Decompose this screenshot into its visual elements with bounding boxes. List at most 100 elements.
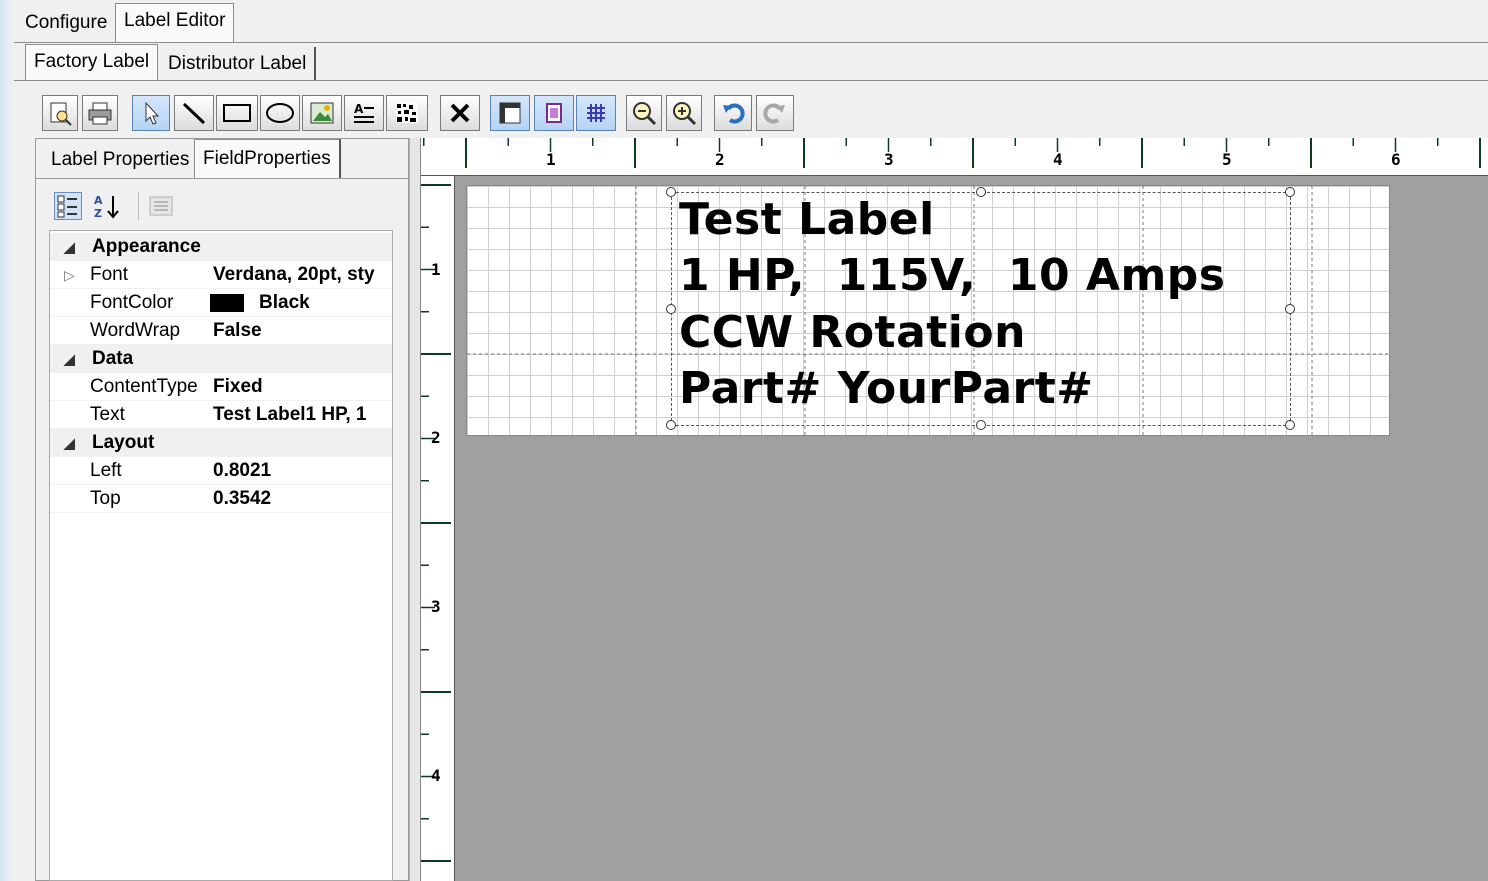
panel-tab-divider	[35, 178, 409, 179]
redo-button[interactable]	[756, 95, 794, 131]
prop-row-fontcolor[interactable]: FontColor Black	[50, 289, 392, 317]
prop-row-text[interactable]: Text Test Label1 HP, 1	[50, 401, 392, 429]
vruler-label: 4	[431, 766, 441, 785]
hruler-label: 3	[884, 150, 894, 169]
resize-handle-sw[interactable]	[666, 420, 676, 430]
category-appearance[interactable]: ◢ Appearance	[50, 233, 392, 261]
property-pages-icon	[149, 196, 173, 216]
vruler-label: 3	[431, 597, 441, 616]
vruler-label: 2	[431, 428, 441, 447]
print-preview-icon	[50, 102, 72, 126]
pointer-icon	[145, 101, 160, 125]
category-data[interactable]: ◢ Data	[50, 345, 392, 373]
toggle-grid-button[interactable]	[576, 95, 616, 131]
ellipse-icon	[266, 103, 294, 123]
svg-text:Z: Z	[94, 207, 102, 220]
expand-triangle-icon: ▷	[64, 267, 75, 283]
toggle-ruler-button[interactable]	[490, 95, 530, 131]
zoom-in-button[interactable]	[666, 95, 702, 131]
tab-distributor-label[interactable]: Distributor Label	[160, 47, 317, 81]
zoom-out-button[interactable]	[626, 95, 662, 131]
hruler-label: 4	[1053, 150, 1063, 169]
redo-icon	[763, 103, 785, 124]
label-line-3: CCW Rotation	[679, 307, 1026, 358]
print-button[interactable]	[82, 95, 118, 131]
zoom-in-icon	[673, 102, 697, 126]
insert-text-button[interactable]: A	[344, 95, 384, 131]
horizontal-ruler	[421, 138, 1488, 176]
prop-name: WordWrap	[90, 320, 181, 341]
resize-handle-s[interactable]	[976, 420, 986, 430]
undo-button[interactable]	[714, 95, 752, 131]
hruler-label: 5	[1222, 150, 1232, 169]
rectangle-icon	[223, 104, 251, 122]
prop-name: Font	[90, 264, 129, 285]
resize-handle-n[interactable]	[976, 187, 986, 197]
category-label: Data	[92, 348, 134, 369]
hruler-label: 6	[1391, 150, 1401, 169]
prop-value[interactable]: Verdana, 20pt, sty	[213, 261, 391, 289]
svg-text:A: A	[94, 194, 103, 207]
tab-configure[interactable]: Configure	[17, 6, 115, 40]
resize-handle-w[interactable]	[666, 304, 676, 314]
color-swatch	[210, 294, 244, 312]
image-icon	[310, 102, 334, 124]
print-preview-button[interactable]	[42, 95, 78, 131]
tab-label-properties[interactable]: Label Properties	[43, 143, 197, 177]
undo-icon	[723, 103, 745, 124]
delete-icon	[450, 103, 470, 123]
prop-row-wordwrap[interactable]: WordWrap False	[50, 317, 392, 345]
prop-name: FontColor	[90, 292, 174, 313]
tab-field-properties[interactable]: FieldProperties	[194, 139, 341, 179]
select-pointer-button[interactable]	[132, 95, 170, 131]
page-icon	[546, 103, 562, 123]
prop-value[interactable]: 0.3542	[213, 485, 391, 513]
category-label: Appearance	[92, 236, 201, 257]
pg-toolbar-sep	[138, 192, 139, 220]
prop-row-left[interactable]: Left 0.8021	[50, 457, 392, 485]
category-layout[interactable]: ◢ Layout	[50, 429, 392, 457]
delete-button[interactable]	[440, 95, 480, 131]
sub-tab-divider	[14, 80, 1488, 81]
draw-rectangle-button[interactable]	[216, 95, 258, 131]
zoom-out-icon	[633, 102, 657, 126]
hruler-label: 1	[546, 150, 556, 169]
draw-ellipse-button[interactable]	[260, 95, 300, 131]
tab-label-editor[interactable]: Label Editor	[115, 3, 235, 43]
resize-handle-e[interactable]	[1285, 304, 1295, 314]
prop-row-font[interactable]: ▷ Font Verdana, 20pt, sty	[50, 261, 392, 289]
prop-name: ContentType	[90, 376, 198, 397]
label-line-1: Test Label	[679, 194, 935, 245]
printer-icon	[88, 102, 112, 125]
prop-value[interactable]: False	[213, 317, 391, 345]
grid-icon	[587, 104, 605, 122]
collapse-triangle-icon: ◢	[64, 351, 75, 367]
label-line-4: Part# YourPart#	[679, 363, 1094, 414]
svg-text:A: A	[354, 102, 364, 116]
panel-splitter[interactable]	[409, 138, 421, 881]
label-line-2: 1 HP, 115V, 10 Amps	[679, 250, 1226, 301]
prop-row-contenttype[interactable]: ContentType Fixed	[50, 373, 392, 401]
collapse-triangle-icon: ◢	[64, 435, 75, 451]
insert-image-button[interactable]	[302, 95, 342, 131]
categorized-button[interactable]	[54, 192, 82, 220]
barcode-icon	[396, 103, 418, 123]
vruler-label: 1	[431, 260, 441, 279]
collapse-triangle-icon: ◢	[64, 239, 75, 255]
prop-value[interactable]: Test Label1 HP, 1	[213, 401, 391, 429]
sort-az-icon: AZ	[94, 194, 119, 220]
prop-value[interactable]: Fixed	[213, 373, 391, 401]
prop-value[interactable]: 0.8021	[213, 457, 391, 485]
property-pages-button	[146, 192, 178, 220]
prop-row-top[interactable]: Top 0.3542	[50, 485, 392, 513]
draw-line-button[interactable]	[174, 95, 214, 131]
text-icon: A	[354, 102, 374, 123]
prop-name: Left	[90, 460, 122, 481]
resize-handle-se[interactable]	[1285, 420, 1295, 430]
insert-barcode-button[interactable]	[386, 95, 428, 131]
alphabetical-button[interactable]: AZ	[92, 192, 126, 220]
tab-factory-label[interactable]: Factory Label	[25, 44, 159, 80]
page-view-button[interactable]	[534, 95, 574, 131]
resize-handle-nw[interactable]	[666, 187, 676, 197]
resize-handle-ne[interactable]	[1285, 187, 1295, 197]
